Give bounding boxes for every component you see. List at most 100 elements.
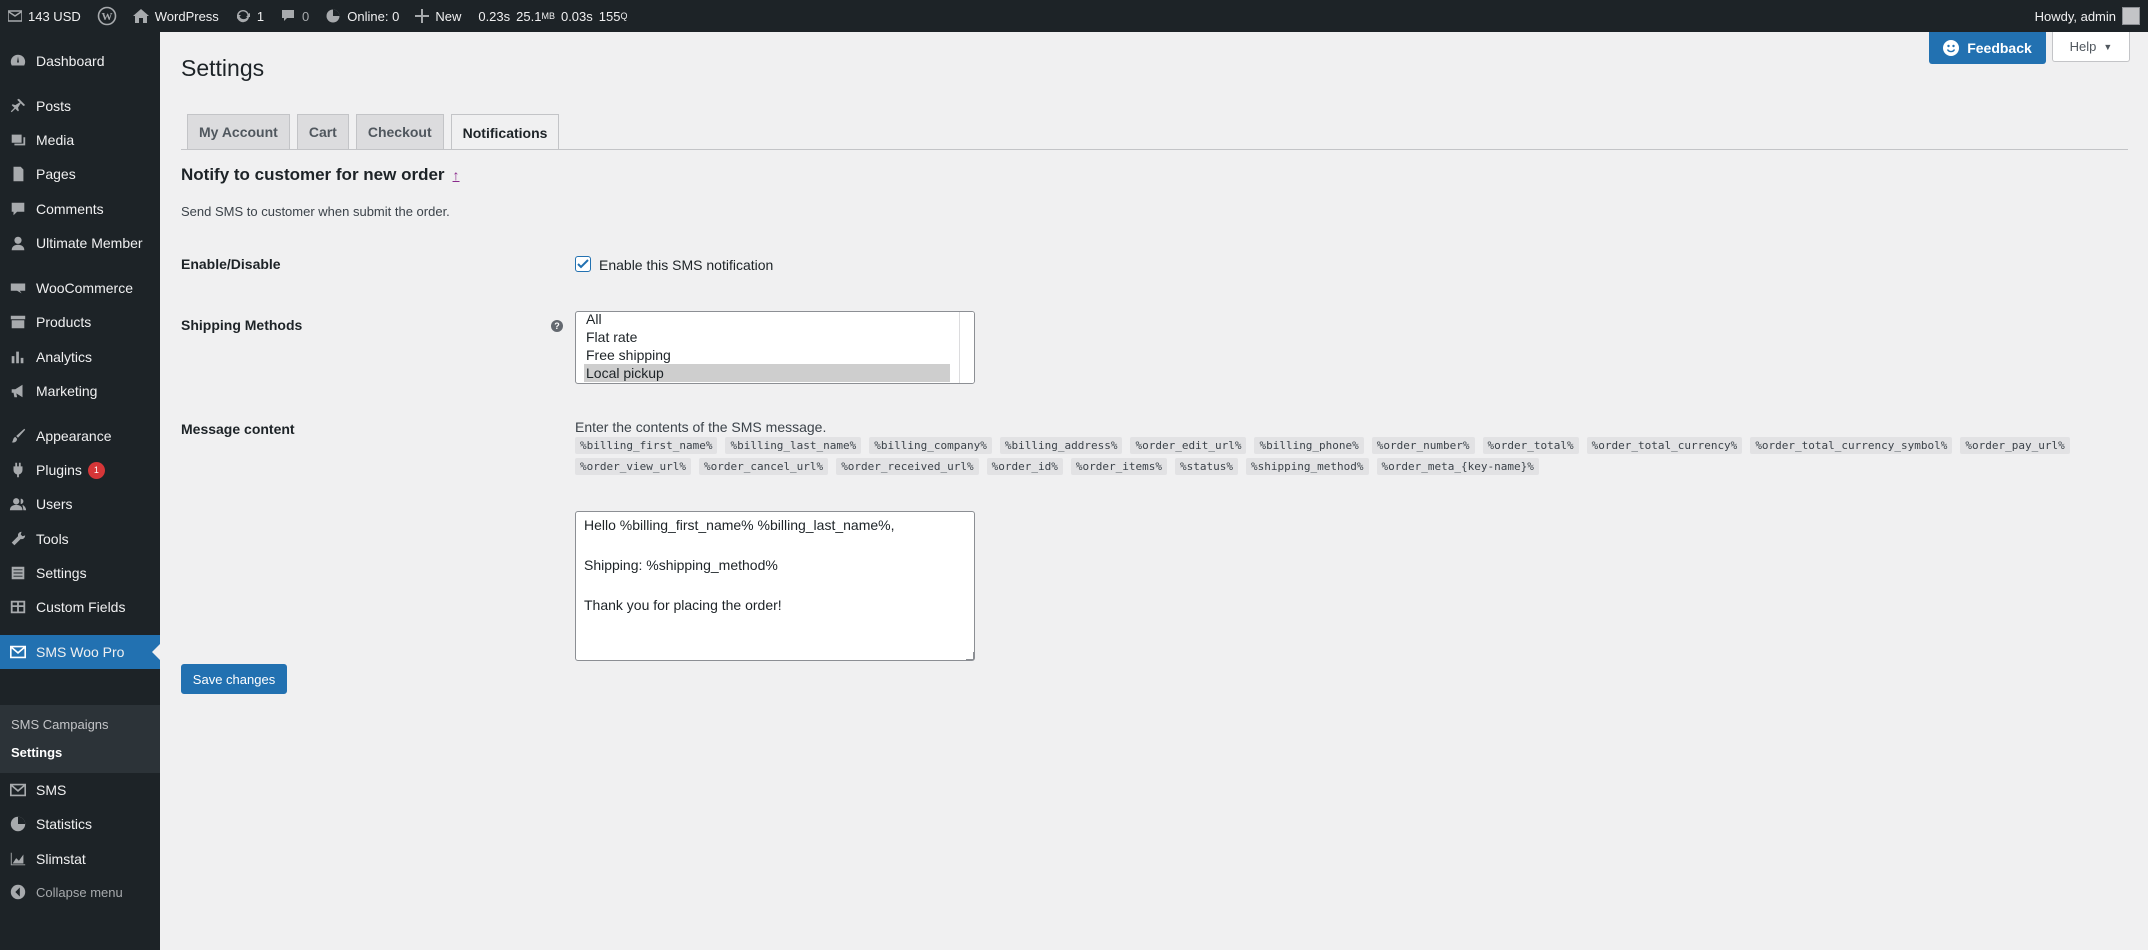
sidebar-item-users[interactable]: Users	[0, 487, 160, 521]
sidebar-item-sms-woo-pro[interactable]: SMS Woo Pro	[0, 635, 160, 669]
mail-icon	[8, 10, 22, 22]
tag[interactable]: %order_items%	[1070, 458, 1167, 475]
enable-sms-checkbox-label[interactable]: Enable this SMS notification	[599, 257, 773, 273]
tag[interactable]: %order_total_currency_symbol%	[1750, 437, 1953, 454]
feedback-button[interactable]: Feedback	[1929, 32, 2046, 64]
tag[interactable]: %order_cancel_url%	[698, 458, 829, 475]
tabs-divider	[181, 149, 2128, 150]
plugins-update-badge: 1	[87, 461, 105, 479]
tag[interactable]: %order_edit_url%	[1130, 437, 1247, 454]
my-account-item[interactable]: Howdy, admin	[2027, 0, 2148, 32]
listbox-scrollbar[interactable]	[959, 312, 974, 383]
help-tip-icon[interactable]: ?	[551, 320, 563, 332]
updates-item[interactable]: 1	[227, 0, 272, 32]
sidebar-item-plugins[interactable]: Plugins 1	[0, 453, 160, 487]
users-icon	[0, 495, 36, 513]
sidebar-item-slimstat[interactable]: Slimstat	[0, 842, 160, 876]
brush-icon	[0, 427, 36, 445]
help-label: Help	[2069, 39, 2097, 54]
sms-woo-pro-submenu: SMS Campaigns Settings	[0, 705, 160, 773]
sidebar-item-dashboard[interactable]: Dashboard	[0, 44, 160, 78]
pie-chart-icon	[0, 815, 36, 833]
sidebar-item-woocommerce[interactable]: WooCommerce	[0, 271, 160, 305]
tag[interactable]: %billing_address%	[999, 437, 1123, 454]
comments-item[interactable]: 0	[272, 0, 317, 32]
chart-area-icon	[0, 850, 36, 868]
tag[interactable]: %order_received_url%	[836, 458, 979, 475]
sidebar-item-products[interactable]: Products	[0, 305, 160, 339]
envelope-icon	[0, 643, 36, 661]
sidebar-item-comments[interactable]: Comments	[0, 192, 160, 226]
shipping-methods-label: Shipping Methods	[181, 317, 303, 333]
sidebar-item-marketing[interactable]: Marketing	[0, 374, 160, 408]
perf-db-time: 0.03s	[560, 8, 593, 24]
pages-icon	[0, 165, 36, 183]
tag[interactable]: %order_total%	[1482, 437, 1579, 454]
pie-chart-icon	[326, 9, 340, 23]
sms-balance-item[interactable]: 143 USD	[0, 0, 89, 32]
new-content-item[interactable]: New	[407, 0, 469, 32]
sidebar-item-media[interactable]: Media	[0, 123, 160, 157]
active-menu-arrow	[152, 644, 160, 660]
tag[interactable]: %billing_last_name%	[725, 437, 862, 454]
tag[interactable]: %order_pay_url%	[1960, 437, 2070, 454]
tag[interactable]: %shipping_method%	[1245, 458, 1369, 475]
main-content: Settings Feedback Help ▼ My Account Cart…	[160, 32, 2148, 950]
checkmark-icon	[577, 259, 589, 269]
sidebar-item-analytics[interactable]: Analytics	[0, 340, 160, 374]
tag[interactable]: %order_number%	[1371, 437, 1475, 454]
section-description: Send SMS to customer when submit the ord…	[181, 204, 450, 219]
sidebar-item-posts[interactable]: Posts	[0, 89, 160, 123]
updates-icon	[236, 9, 250, 23]
submenu-settings[interactable]: Settings	[11, 745, 62, 760]
site-name-item[interactable]: WordPress	[125, 0, 227, 32]
perf-memory-unit: MB	[541, 11, 555, 21]
tag[interactable]: %order_id%	[986, 458, 1063, 475]
sidebar-item-sms[interactable]: SMS	[0, 773, 160, 807]
perf-memory: 25.1	[516, 8, 542, 24]
sidebar-item-settings[interactable]: Settings	[0, 556, 160, 590]
query-monitor-item[interactable]: 0.23s 25.1 MB 0.03s 155 Q	[469, 0, 635, 32]
shipping-option-local-pickup[interactable]: Local pickup	[584, 364, 950, 382]
shipping-option-free-shipping[interactable]: Free shipping	[576, 346, 949, 364]
up-arrow-icon[interactable]: ↑	[453, 167, 460, 183]
tag[interactable]: %billing_first_name%	[575, 437, 718, 454]
collapse-menu-button[interactable]: Collapse menu	[0, 875, 160, 909]
tag[interactable]: %order_meta_{key-name}%	[1376, 458, 1539, 475]
message-intro: Enter the contents of the SMS message.	[575, 419, 827, 435]
dashboard-icon	[0, 52, 36, 70]
plus-icon	[415, 9, 430, 23]
tab-checkout[interactable]: Checkout	[355, 114, 444, 149]
bar-chart-icon	[0, 348, 36, 366]
tag[interactable]: %billing_phone%	[1254, 437, 1364, 454]
sidebar-item-statistics[interactable]: Statistics	[0, 807, 160, 841]
tab-my-account[interactable]: My Account	[187, 114, 290, 149]
sidebar-item-pages[interactable]: Pages	[0, 157, 160, 191]
wp-logo-menu[interactable]: W	[89, 0, 125, 32]
tag[interactable]: %order_total_currency%	[1586, 437, 1743, 454]
sidebar-item-appearance[interactable]: Appearance	[0, 419, 160, 453]
enable-sms-checkbox[interactable]	[575, 256, 591, 272]
submenu-sms-campaigns[interactable]: SMS Campaigns	[11, 717, 109, 732]
tag[interactable]: %billing_company%	[869, 437, 992, 454]
tags-row-1: %billing_first_name% %billing_last_name%…	[575, 437, 2078, 454]
online-item[interactable]: Online: 0	[317, 0, 407, 32]
tag[interactable]: %status%	[1174, 458, 1238, 475]
sidebar-item-ultimate-member[interactable]: Ultimate Member	[0, 226, 160, 260]
comments-count: 0	[302, 8, 310, 24]
new-label: New	[435, 8, 462, 24]
sidebar-item-tools[interactable]: Tools	[0, 522, 160, 556]
save-changes-button[interactable]: Save changes	[181, 664, 287, 694]
settings-tabs: My Account Cart Checkout Notifications	[187, 114, 566, 150]
tab-notifications[interactable]: Notifications	[450, 114, 560, 150]
sidebar-item-custom-fields[interactable]: Custom Fields	[0, 590, 160, 624]
message-content-textarea[interactable]: Hello %billing_first_name% %billing_last…	[575, 511, 975, 661]
resize-handle[interactable]	[966, 652, 974, 660]
tab-cart[interactable]: Cart	[296, 114, 349, 149]
section-title-text: Notify to customer for new order	[181, 165, 445, 184]
tag[interactable]: %order_view_url%	[575, 458, 691, 475]
shipping-methods-select[interactable]: All Flat rate Free shipping Local pickup	[575, 311, 975, 384]
shipping-option-all[interactable]: All	[576, 312, 949, 328]
shipping-option-flat-rate[interactable]: Flat rate	[576, 328, 949, 346]
help-button[interactable]: Help ▼	[2052, 32, 2130, 62]
